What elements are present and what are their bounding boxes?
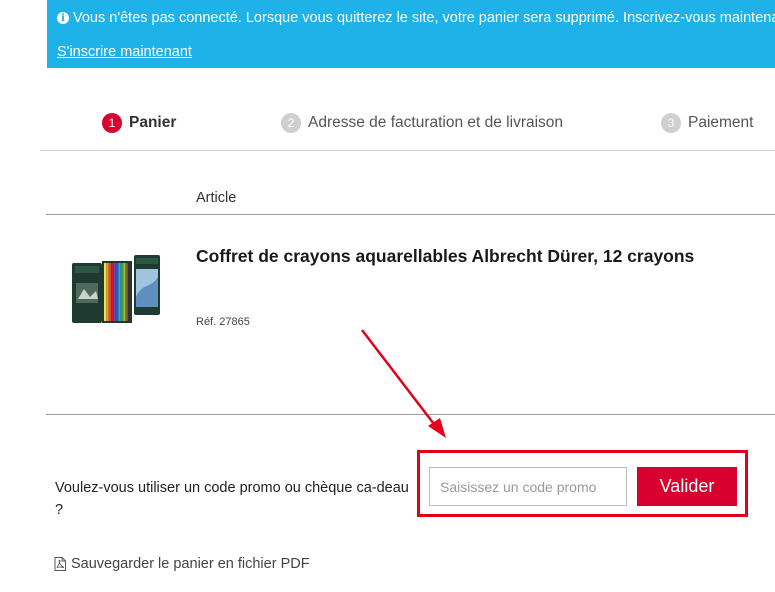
column-header-article: Article	[196, 190, 237, 206]
checkout-steps: 1 Panier 2 Adresse de facturation et de …	[0, 113, 775, 137]
banner-message-line: i Vous n'êtes pas connecté. Lorsque vous…	[57, 10, 775, 26]
step-label: Panier	[129, 114, 177, 131]
signup-link[interactable]: S'inscrire maintenant	[57, 44, 192, 60]
save-pdf-label: Sauvegarder le panier en fichier PDF	[71, 556, 310, 572]
save-pdf-link[interactable]: Sauvegarder le panier en fichier PDF	[54, 556, 310, 572]
item-divider	[46, 414, 775, 415]
product-title[interactable]: Coffret de crayons aquarellables Albrech…	[196, 246, 694, 267]
info-icon: i	[57, 12, 69, 24]
promo-question: Voulez-vous utiliser un code promo ou ch…	[55, 480, 409, 518]
step-number: 3	[661, 113, 681, 133]
steps-divider	[40, 150, 775, 151]
product-reference: Réf. 27865	[196, 316, 250, 328]
banner-message: Vous n'êtes pas connecté. Lorsque vous q…	[73, 10, 775, 26]
step-payment[interactable]: 3 Paiement	[661, 113, 753, 133]
header-divider	[46, 214, 775, 215]
step-number: 1	[102, 113, 122, 133]
pdf-file-icon	[54, 557, 66, 571]
step-label: Adresse de facturation et de livraison	[308, 114, 564, 131]
step-address[interactable]: 2 Adresse de facturation et de livraison	[281, 113, 563, 133]
not-logged-in-banner: i Vous n'êtes pas connecté. Lorsque vous…	[47, 0, 775, 68]
step-number: 2	[281, 113, 301, 133]
step-cart[interactable]: 1 Panier	[102, 113, 176, 133]
validate-promo-button[interactable]: Valider	[637, 467, 737, 506]
step-label: Paiement	[688, 114, 754, 131]
promo-code-input[interactable]	[429, 467, 627, 506]
pencil-set-product-image[interactable]	[72, 253, 160, 325]
